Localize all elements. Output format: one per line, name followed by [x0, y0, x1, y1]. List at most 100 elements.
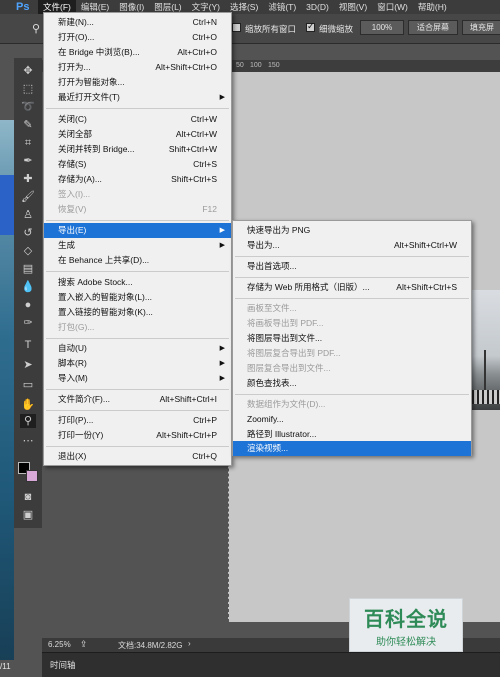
- hand-tool-icon[interactable]: ✋: [20, 398, 36, 412]
- zoom-tool-icon[interactable]: ⚲: [20, 414, 36, 428]
- menu-item-label: 渲染视频...: [247, 443, 289, 453]
- menu-view[interactable]: 视图(V): [334, 0, 372, 14]
- menu-item-open[interactable]: 打开(O)... Ctrl+O: [44, 30, 231, 45]
- menu-item-close-all[interactable]: 关闭全部 Alt+Ctrl+W: [44, 127, 231, 142]
- menu-item-shortcut: F12: [202, 204, 217, 214]
- menu-item-search-stock[interactable]: 搜索 Adobe Stock...: [44, 275, 231, 290]
- menu-item-label: 颜色查找表...: [247, 378, 297, 388]
- menu-item-close-bridge[interactable]: 关闭并转到 Bridge... Shift+Ctrl+W: [44, 142, 231, 157]
- pen-tool-icon[interactable]: ✑: [20, 316, 36, 330]
- menu-item-label: 将图层导出到文件...: [247, 333, 323, 343]
- zoom-readout[interactable]: 6.25%: [48, 640, 71, 649]
- submenu-arrow-icon: ▶: [219, 227, 225, 234]
- menu-item-export-as[interactable]: 导出为... Alt+Shift+Ctrl+W: [233, 238, 471, 253]
- menu-item-render-video[interactable]: 渲染视频...: [233, 441, 471, 456]
- menu-item-export-preferences[interactable]: 导出首选项...: [233, 259, 471, 274]
- menu-item-share-behance[interactable]: 在 Behance 上共享(D)...: [44, 253, 231, 268]
- menu-item-shortcut: Alt+Ctrl+O: [177, 47, 217, 57]
- lasso-tool-icon[interactable]: ➰: [20, 100, 36, 114]
- submenu-arrow-icon: ▶: [219, 375, 225, 382]
- scrubby-zoom-checkbox[interactable]: [306, 21, 315, 32]
- menu-item-shortcut: Shift+Ctrl+S: [171, 174, 217, 184]
- menu-item-export[interactable]: 导出(E) ▶: [44, 223, 231, 238]
- history-brush-icon[interactable]: ↺: [20, 226, 36, 240]
- move-tool-icon[interactable]: ✥: [20, 64, 36, 78]
- menu-window[interactable]: 窗口(W): [372, 0, 413, 14]
- menu-item-import[interactable]: 导入(M) ▶: [44, 371, 231, 386]
- resize-windows-checkbox[interactable]: [232, 23, 241, 32]
- quick-mask-icon[interactable]: ◙: [20, 490, 36, 504]
- menu-3d[interactable]: 3D(D): [301, 0, 334, 14]
- menu-separator: [46, 220, 229, 221]
- menu-item-print-one[interactable]: 打印一份(Y) Alt+Shift+Ctrl+P: [44, 428, 231, 443]
- menu-item-label: 最近打开文件(T): [58, 92, 120, 102]
- arrow-right-icon[interactable]: ›: [188, 639, 191, 648]
- menu-item-save-for-web[interactable]: 存储为 Web 所用格式（旧版）... Alt+Shift+Ctrl+S: [233, 280, 471, 295]
- healing-brush-icon[interactable]: ✚: [20, 172, 36, 186]
- clone-stamp-icon[interactable]: ♙: [20, 208, 36, 222]
- menu-item-shortcut: Ctrl+P: [193, 415, 217, 425]
- menu-item-print[interactable]: 打印(P)... Ctrl+P: [44, 413, 231, 428]
- marquee-tool-icon[interactable]: ⬚: [20, 82, 36, 96]
- menu-help[interactable]: 帮助(H): [413, 0, 452, 14]
- menu-item-shortcut: Alt+Shift+Ctrl+I: [159, 394, 217, 404]
- menu-item-label: Zoomify...: [247, 414, 284, 424]
- menu-item-layers-to-files[interactable]: 将图层导出到文件...: [233, 331, 471, 346]
- eyedropper-icon[interactable]: ✒: [20, 154, 36, 168]
- blur-tool-icon[interactable]: 💧: [20, 280, 36, 294]
- menu-item-open-smart-object[interactable]: 打开为智能对象...: [44, 75, 231, 90]
- ruler-tick: 50: [236, 62, 244, 69]
- scrubby-zoom-label: 细微缩放: [319, 24, 354, 34]
- fit-screen-button[interactable]: 适合屏幕: [408, 20, 458, 35]
- zoom-100-button[interactable]: 100%: [360, 20, 404, 35]
- menu-item-file-info[interactable]: 文件简介(F)... Alt+Shift+Ctrl+I: [44, 392, 231, 407]
- menu-item-label: 存储为(A)...: [58, 174, 102, 184]
- menu-separator: [46, 410, 229, 411]
- menu-item-shortcut: Alt+Shift+Ctrl+S: [396, 282, 457, 292]
- more-tools-icon[interactable]: ⋯: [20, 434, 36, 448]
- menu-item-recent-files[interactable]: 最近打开文件(T) ▶: [44, 90, 231, 105]
- menu-item-browse-bridge[interactable]: 在 Bridge 中浏览(B)... Alt+Ctrl+O: [44, 45, 231, 60]
- menu-item-save-as[interactable]: 存储为(A)... Shift+Ctrl+S: [44, 172, 231, 187]
- rectangle-tool-icon[interactable]: ▭: [20, 378, 36, 392]
- menu-item-close[interactable]: 关闭(C) Ctrl+W: [44, 112, 231, 127]
- brush-tool-icon[interactable]: 🖌: [20, 190, 36, 204]
- menu-item-label: 置入链接的智能对象(K)...: [58, 307, 153, 317]
- screen-mode-icon[interactable]: ▣: [20, 508, 36, 522]
- menu-item-zoomify[interactable]: Zoomify...: [233, 412, 471, 427]
- fill-screen-button[interactable]: 填充屏: [462, 20, 500, 35]
- menu-item-place-linked[interactable]: 置入链接的智能对象(K)...: [44, 305, 231, 320]
- dodge-tool-icon[interactable]: ●: [20, 298, 36, 312]
- menu-item-place-embedded[interactable]: 置入嵌入的智能对象(L)...: [44, 290, 231, 305]
- menu-item-save[interactable]: 存储(S) Ctrl+S: [44, 157, 231, 172]
- menu-item-automate[interactable]: 自动(U) ▶: [44, 341, 231, 356]
- quick-select-icon[interactable]: ✎: [20, 118, 36, 132]
- menu-item-label: 路径到 Illustrator...: [247, 429, 317, 439]
- menu-item-label: 数据组作为文件(D)...: [247, 399, 326, 409]
- menu-item-exit[interactable]: 退出(X) Ctrl+Q: [44, 449, 231, 464]
- menu-item-label: 导出首选项...: [247, 261, 297, 271]
- eraser-tool-icon[interactable]: ◇: [20, 244, 36, 258]
- tools-panel: ✥ ⬚ ➰ ✎ ⌗ ✒ ✚ 🖌 ♙ ↺ ◇ ▤ 💧 ● ✑ T ➤ ▭ ✋ ⚲ …: [14, 58, 42, 528]
- type-tool-icon[interactable]: T: [20, 338, 36, 352]
- menu-item-paths-to-illustrator[interactable]: 路径到 Illustrator...: [233, 427, 471, 442]
- menu-item-scripts[interactable]: 脚本(R) ▶: [44, 356, 231, 371]
- crop-tool-icon[interactable]: ⌗: [20, 136, 36, 150]
- share-icon[interactable]: ⇪: [80, 639, 88, 650]
- menu-separator: [235, 394, 469, 395]
- menu-item-open-as[interactable]: 打开为... Alt+Shift+Ctrl+O: [44, 60, 231, 75]
- ruler-tick: 150: [268, 62, 280, 69]
- menu-item-label: 导出为...: [247, 240, 280, 250]
- menu-item-quick-export-png[interactable]: 快速导出为 PNG: [233, 223, 471, 238]
- menu-item-new[interactable]: 新建(N)... Ctrl+N: [44, 15, 231, 30]
- zoom-tool-icon[interactable]: ⚲: [28, 22, 44, 36]
- menu-item-shortcut: Alt+Ctrl+W: [175, 129, 217, 139]
- path-select-icon[interactable]: ➤: [20, 358, 36, 372]
- background-color-swatch[interactable]: [26, 470, 38, 482]
- menu-filter[interactable]: 滤镜(T): [263, 0, 301, 14]
- gradient-tool-icon[interactable]: ▤: [20, 262, 36, 276]
- timeline-tab[interactable]: 时间轴: [50, 659, 76, 671]
- menu-item-label: 存储(S): [58, 159, 87, 169]
- menu-item-generate[interactable]: 生成 ▶: [44, 238, 231, 253]
- menu-item-color-lookup[interactable]: 颜色查找表...: [233, 376, 471, 391]
